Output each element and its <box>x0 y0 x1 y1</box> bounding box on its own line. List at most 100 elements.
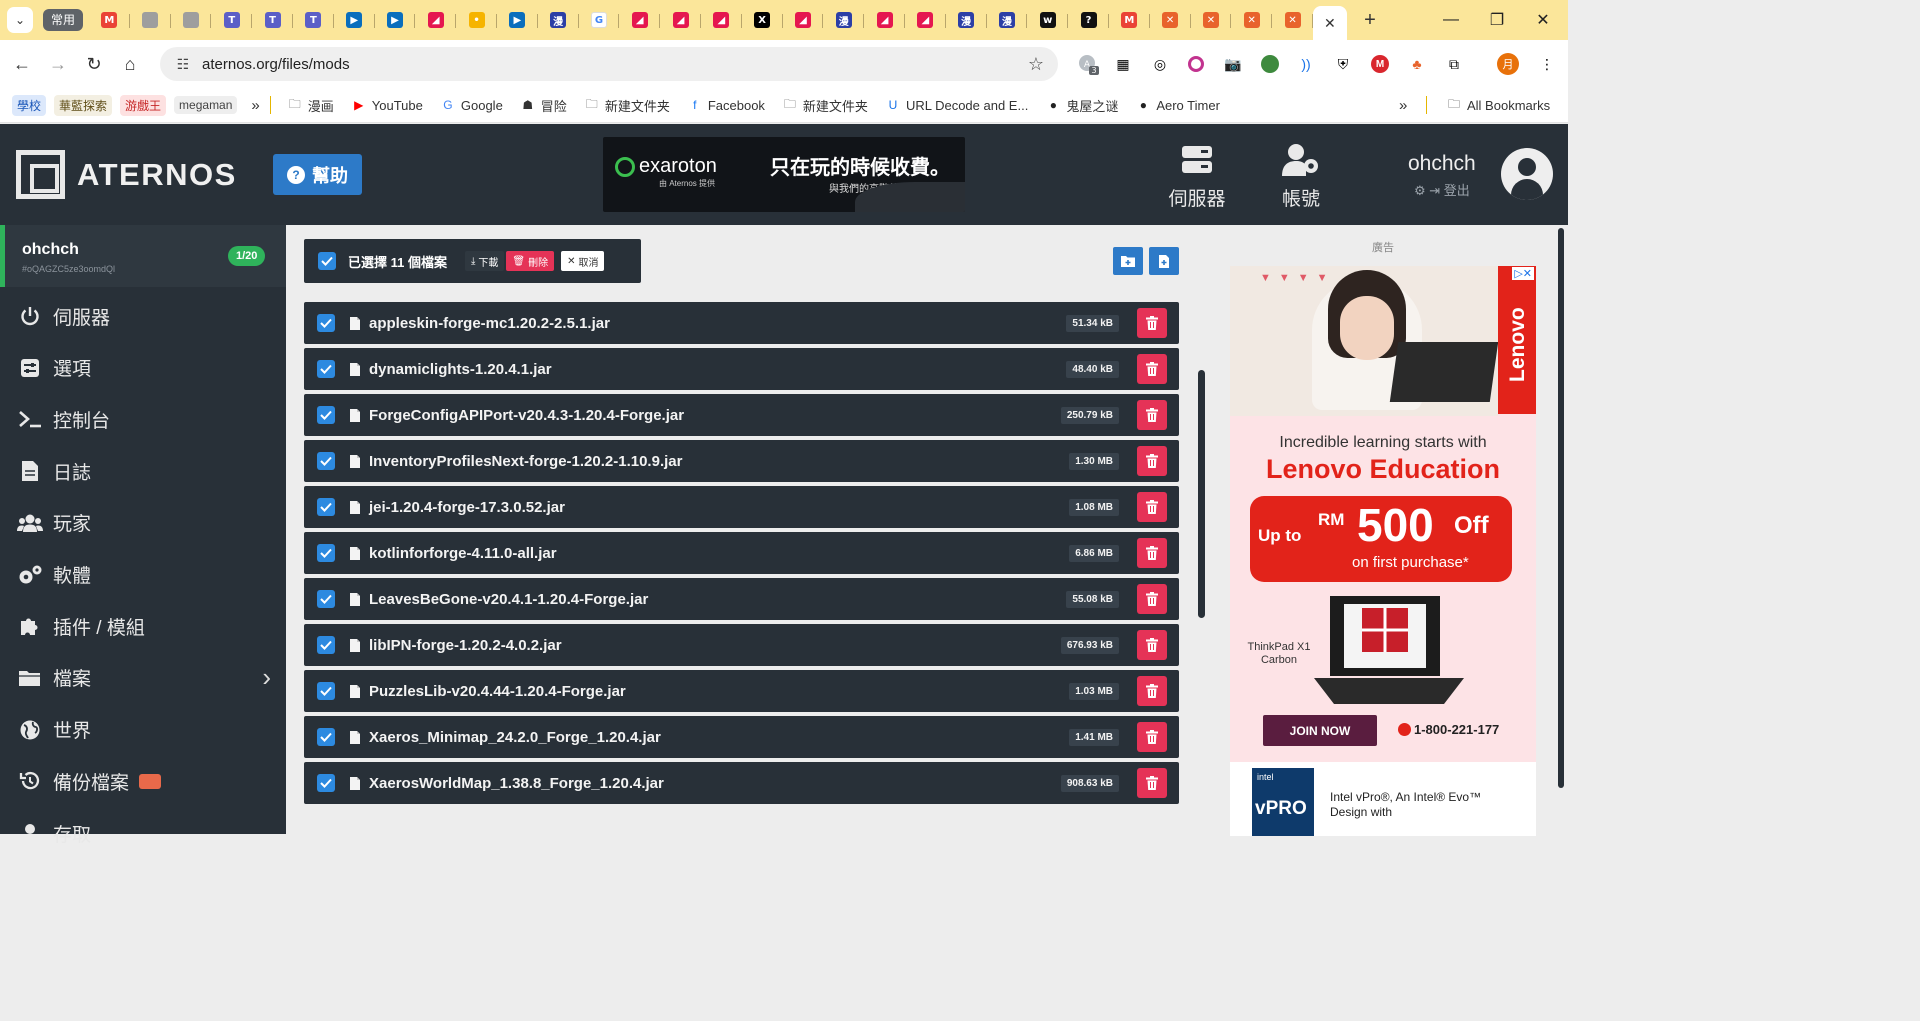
close-window-button[interactable]: ✕ <box>1520 0 1566 40</box>
file-name[interactable]: ForgeConfigAPIPort-v20.4.3-1.20.4-Forge.… <box>369 407 684 424</box>
sidebar-item[interactable]: 控制台 <box>0 397 286 441</box>
browser-tab[interactable]: ▶ <box>375 5 416 35</box>
browser-tab[interactable]: ◢ <box>415 5 456 35</box>
file-checkbox[interactable] <box>317 682 335 700</box>
browser-tab[interactable] <box>171 5 212 35</box>
file-row[interactable]: XaerosWorldMap_1.38.8_Forge_1.20.4.jar 90… <box>304 762 1179 804</box>
file-checkbox[interactable] <box>317 498 335 516</box>
delete-file-button[interactable] <box>1137 492 1167 522</box>
file-checkbox[interactable] <box>317 452 335 470</box>
bookmarks-overflow-icon[interactable]: » <box>251 97 259 114</box>
file-checkbox[interactable] <box>317 360 335 378</box>
file-name[interactable]: LeavesBeGone-v20.4.1-1.20.4-Forge.jar <box>369 591 648 608</box>
user-avatar[interactable] <box>1501 148 1553 200</box>
header-nav-account[interactable]: 帳號 <box>1266 142 1336 211</box>
browser-tab[interactable]: ✕ <box>1231 5 1272 35</box>
delete-file-button[interactable] <box>1137 722 1167 752</box>
browser-tab[interactable]: T <box>211 5 253 35</box>
maximize-button[interactable]: ❐ <box>1474 0 1520 40</box>
browser-tab[interactable]: ▶ <box>334 5 375 35</box>
sidebar-item[interactable]: 存取 <box>0 811 286 855</box>
sidebar-item[interactable]: 世界 <box>0 708 286 752</box>
bookmark-chip[interactable]: 華藍探索 <box>54 94 113 116</box>
bookmark-star-icon[interactable]: ☆ <box>1028 54 1044 75</box>
browser-tab[interactable]: ✕ <box>1272 5 1313 35</box>
file-name[interactable]: jei-1.20.4-forge-17.3.0.52.jar <box>369 499 565 516</box>
qr-code-icon[interactable]: ▦ <box>1111 52 1135 76</box>
browser-tab[interactable]: ✕ <box>1191 5 1232 35</box>
translate-extension-icon[interactable]: A3 <box>1076 52 1100 76</box>
bookmark-link[interactable]: ● Aero Timer <box>1135 97 1220 113</box>
file-list-scrollbar[interactable] <box>1198 370 1205 618</box>
file-row[interactable]: libIPN-forge-1.20.2-4.0.2.jar 676.93 kB <box>304 624 1179 666</box>
browser-tab[interactable]: T <box>293 5 334 35</box>
forward-button[interactable]: → <box>40 46 76 82</box>
browser-tab[interactable]: M <box>1109 5 1150 35</box>
close-icon[interactable]: ✕ <box>1324 15 1336 32</box>
file-name[interactable]: appleskin-forge-mc1.20.2-2.5.1.jar <box>369 315 610 332</box>
color-picker-icon[interactable] <box>1184 52 1208 76</box>
page-scrollbar[interactable] <box>1558 228 1564 788</box>
file-row[interactable]: jei-1.20.4-forge-17.3.0.52.jar 1.08 MB <box>304 486 1179 528</box>
logout-icon[interactable]: ⇥ <box>1429 183 1440 198</box>
file-row[interactable]: InventoryProfilesNext-forge-1.20.2-1.10.… <box>304 440 1179 482</box>
file-checkbox[interactable] <box>317 728 335 746</box>
file-row[interactable]: PuzzlesLib-v20.4.44-1.20.4-Forge.jar 1.03… <box>304 670 1179 712</box>
delete-file-button[interactable] <box>1137 630 1167 660</box>
back-button[interactable]: ← <box>4 46 40 82</box>
sidebar-item[interactable]: 日誌 <box>0 449 286 493</box>
extensions-puzzle-icon[interactable]: ⧉ <box>1442 52 1466 76</box>
file-checkbox[interactable] <box>317 636 335 654</box>
chrome-menu-icon[interactable]: ⋮ <box>1535 52 1559 76</box>
read-aloud-icon[interactable]: )) <box>1294 52 1318 76</box>
join-now-button[interactable]: JOIN NOW <box>1263 715 1377 746</box>
profile-avatar[interactable]: 月 <box>1496 52 1520 76</box>
mega-icon[interactable]: M <box>1368 52 1392 76</box>
file-checkbox[interactable] <box>317 590 335 608</box>
file-row[interactable]: LeavesBeGone-v20.4.1-1.20.4-Forge.jar 55.… <box>304 578 1179 620</box>
address-url[interactable]: aternos.org/files/mods <box>202 56 350 73</box>
server-card[interactable]: ohchch #oQAGZC5ze3oomdQl 1/20 <box>0 225 286 287</box>
bookmark-chip[interactable]: 游戲王 <box>120 94 167 116</box>
bookmark-link[interactable]: ● 鬼屋之谜 <box>1045 96 1119 115</box>
all-bookmarks[interactable]: 🗀 All Bookmarks <box>1446 97 1550 113</box>
sidebar-item[interactable]: 軟體 <box>0 553 286 597</box>
honey-icon[interactable]: ♣ <box>1405 52 1429 76</box>
delete-file-button[interactable] <box>1137 768 1167 798</box>
bookmark-link[interactable]: 🗀 新建文件夹 <box>584 96 670 115</box>
tab-search-button[interactable]: ⌄ <box>7 7 33 33</box>
earth-extension-icon[interactable] <box>1258 52 1282 76</box>
delete-file-button[interactable] <box>1137 538 1167 568</box>
browser-tab[interactable]: ◢ <box>864 5 905 35</box>
camera-icon[interactable]: 📷 <box>1221 52 1245 76</box>
bookmark-chip[interactable]: megaman <box>174 96 238 114</box>
delete-file-button[interactable] <box>1137 676 1167 706</box>
gear-icon[interactable]: ⚙ <box>1414 183 1426 198</box>
file-name[interactable]: libIPN-forge-1.20.2-4.0.2.jar <box>369 637 562 654</box>
file-name[interactable]: PuzzlesLib-v20.4.44-1.20.4-Forge.jar <box>369 683 626 700</box>
sidebar-item[interactable]: 檔案 › <box>0 656 286 700</box>
file-row[interactable]: appleskin-forge-mc1.20.2-2.5.1.jar 51.34 … <box>304 302 1179 344</box>
browser-tab[interactable]: ▶ <box>497 5 538 35</box>
home-button[interactable]: ⌂ <box>112 46 148 82</box>
sidebar-item[interactable]: 插件 / 模組 <box>0 604 286 648</box>
file-checkbox[interactable] <box>317 406 335 424</box>
browser-tab[interactable]: 漫 <box>538 5 579 35</box>
file-row[interactable]: dynamiclights-1.20.4.1.jar 48.40 kB <box>304 348 1179 390</box>
logout-link[interactable]: 登出 <box>1444 183 1470 198</box>
browser-tab[interactable]: 漫 <box>987 5 1028 35</box>
aternos-logo[interactable]: ATERNOS <box>16 150 237 199</box>
browser-tab[interactable]: ◢ <box>783 5 824 35</box>
header-nav-servers[interactable]: 伺服器 <box>1162 142 1232 211</box>
new-folder-button[interactable] <box>1113 247 1143 275</box>
browser-tab[interactable]: ◢ <box>905 5 946 35</box>
tab-group-label[interactable]: 常用 <box>43 9 84 31</box>
browser-tab[interactable]: X <box>742 5 783 35</box>
browser-tab[interactable]: T <box>252 5 293 35</box>
minimize-button[interactable]: — <box>1428 0 1474 40</box>
delete-file-button[interactable] <box>1137 446 1167 476</box>
new-tab-button[interactable]: + <box>1355 9 1385 32</box>
browser-tab[interactable]: ✕ <box>1150 5 1191 35</box>
delete-file-button[interactable] <box>1137 354 1167 384</box>
bookmark-link[interactable]: 🗀 新建文件夹 <box>782 96 868 115</box>
